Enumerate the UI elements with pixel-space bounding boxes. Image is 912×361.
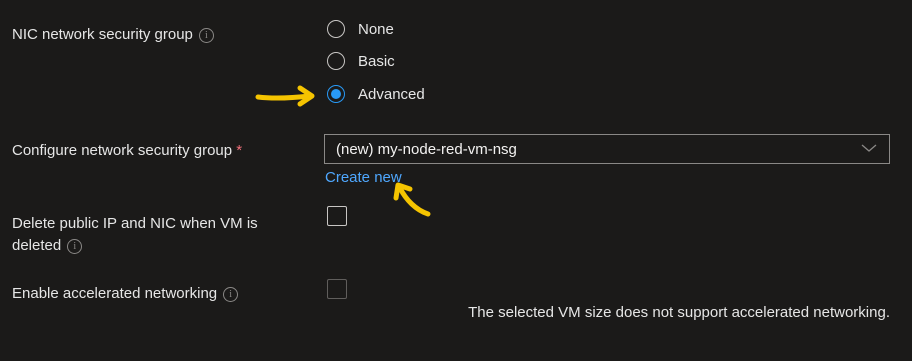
accel-row-label: Enable accelerated networking i bbox=[12, 285, 239, 302]
configure-row-label: Configure network security group * bbox=[12, 142, 242, 159]
radio-advanced-circle[interactable] bbox=[327, 85, 345, 103]
delete-ip-label-line2-wrap: deleted i bbox=[12, 235, 258, 257]
delete-ip-checkbox[interactable] bbox=[327, 206, 347, 226]
required-marker: * bbox=[236, 142, 243, 159]
radio-basic-circle[interactable] bbox=[327, 52, 345, 70]
radio-none-circle[interactable] bbox=[327, 20, 345, 38]
delete-ip-label-line2: deleted bbox=[12, 237, 62, 254]
arrow-annotation-icon bbox=[255, 85, 315, 107]
radio-advanced-label: Advanced bbox=[358, 86, 425, 103]
radio-none[interactable]: None bbox=[327, 20, 427, 42]
radio-selected-dot bbox=[331, 89, 341, 99]
accel-label: Enable accelerated networking bbox=[12, 285, 218, 302]
radio-basic-label: Basic bbox=[358, 53, 395, 70]
accel-note: The selected VM size does not support ac… bbox=[468, 304, 890, 321]
arrow-annotation-icon bbox=[393, 182, 431, 217]
nsg-dropdown-value: (new) my-node-red-vm-nsg bbox=[336, 141, 517, 158]
nsg-dropdown[interactable]: (new) my-node-red-vm-nsg bbox=[324, 134, 890, 164]
info-icon[interactable]: i bbox=[198, 27, 214, 43]
radio-basic[interactable]: Basic bbox=[327, 52, 427, 74]
radio-advanced[interactable]: Advanced bbox=[327, 85, 447, 107]
configure-label: Configure network security group bbox=[12, 142, 233, 159]
radio-none-label: None bbox=[358, 21, 394, 38]
accel-checkbox[interactable] bbox=[327, 279, 347, 299]
delete-ip-label-line1: Delete public IP and NIC when VM is bbox=[12, 215, 258, 232]
info-icon[interactable]: i bbox=[223, 286, 239, 302]
delete-ip-row-label: Delete public IP and NIC when VM is dele… bbox=[12, 213, 258, 257]
nsg-row-label: NIC network security group i bbox=[12, 26, 214, 43]
chevron-down-icon[interactable] bbox=[861, 143, 877, 153]
nsg-label: NIC network security group bbox=[12, 26, 193, 43]
info-icon[interactable]: i bbox=[67, 238, 83, 254]
